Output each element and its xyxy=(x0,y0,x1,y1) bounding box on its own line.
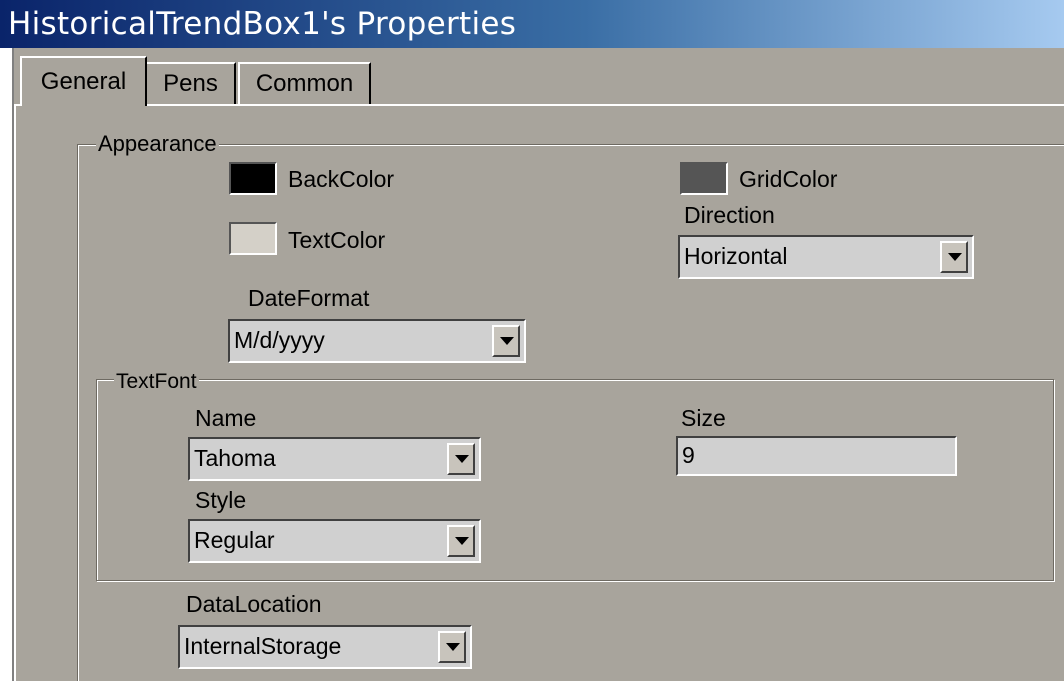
tab-general[interactable]: General xyxy=(20,56,147,106)
title-bar[interactable]: HistoricalTrendBox1's Properties xyxy=(0,0,1064,48)
font-name-dropdown[interactable]: Tahoma xyxy=(188,437,481,481)
dropdown-arrow-icon[interactable] xyxy=(447,525,475,557)
window-title: HistoricalTrendBox1's Properties xyxy=(8,6,517,42)
font-name-label: Name xyxy=(195,405,257,431)
tab-pens-label: Pens xyxy=(163,70,218,97)
gridcolor-swatch[interactable] xyxy=(680,162,728,195)
tab-common[interactable]: Common xyxy=(238,62,371,104)
tab-common-label: Common xyxy=(255,70,354,97)
textcolor-swatch[interactable] xyxy=(229,222,277,255)
gridcolor-label: GridColor xyxy=(739,166,838,192)
datalocation-label: DataLocation xyxy=(186,591,322,617)
backcolor-swatch[interactable] xyxy=(229,162,277,195)
dateformat-value: M/d/yyyy xyxy=(234,327,325,353)
font-name-value: Tahoma xyxy=(194,445,276,471)
properties-window: HistoricalTrendBox1's Properties General… xyxy=(0,0,1064,681)
textcolor-label: TextColor xyxy=(288,227,386,253)
dropdown-arrow-icon[interactable] xyxy=(438,631,466,663)
font-size-value: 9 xyxy=(682,442,695,468)
direction-value: Horizontal xyxy=(684,243,788,269)
dropdown-arrow-icon[interactable] xyxy=(447,443,475,475)
dateformat-label: DateFormat xyxy=(248,285,370,311)
font-style-label: Style xyxy=(195,487,247,513)
dateformat-dropdown[interactable]: M/d/yyyy xyxy=(228,319,526,363)
appearance-legend: Appearance xyxy=(96,131,219,157)
font-size-label: Size xyxy=(681,405,726,431)
font-size-field[interactable]: 9 xyxy=(676,436,957,476)
datalocation-value: InternalStorage xyxy=(184,633,342,659)
datalocation-dropdown[interactable]: InternalStorage xyxy=(178,625,472,669)
direction-label: Direction xyxy=(684,202,775,228)
dropdown-arrow-icon[interactable] xyxy=(940,241,968,273)
tab-pens[interactable]: Pens xyxy=(145,62,236,104)
direction-dropdown[interactable]: Horizontal xyxy=(678,235,974,279)
tab-general-label: General xyxy=(40,68,127,95)
dropdown-arrow-icon[interactable] xyxy=(492,325,520,357)
font-style-value: Regular xyxy=(194,527,275,553)
textfont-legend: TextFont xyxy=(114,370,199,394)
window-left-edge xyxy=(0,48,12,681)
backcolor-label: BackColor xyxy=(288,166,395,192)
font-style-dropdown[interactable]: Regular xyxy=(188,519,481,563)
